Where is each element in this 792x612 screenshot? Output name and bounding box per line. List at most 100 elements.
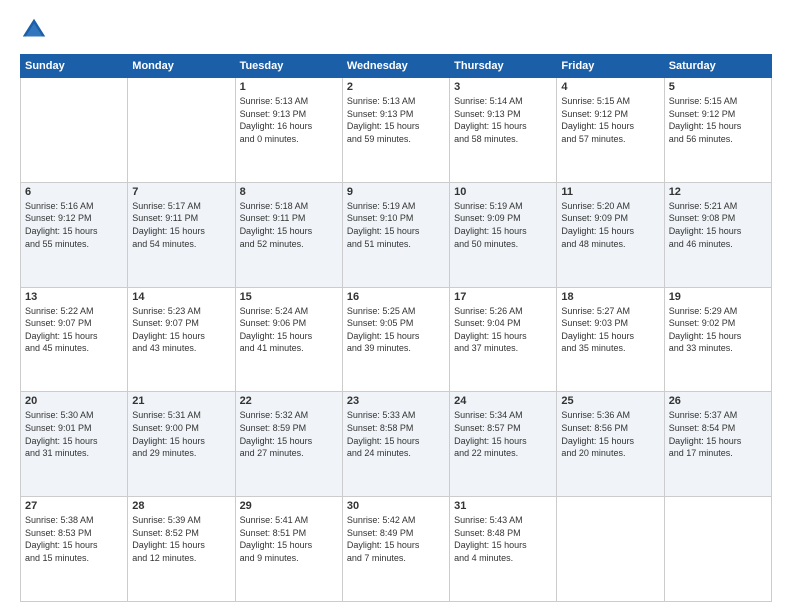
day-number: 7 xyxy=(132,186,230,198)
calendar-cell: 10 Sunrise: 5:19 AM Sunset: 9:09 PM Dayli… xyxy=(450,182,557,287)
calendar-cell: 28Sunrise: 5:39 AM Sunset: 8:52 PM Dayli… xyxy=(128,497,235,602)
calendar-cell: 16Sunrise: 5:25 AM Sunset: 9:05 PM Dayli… xyxy=(342,287,449,392)
calendar-cell: 25 Sunrise: 5:36 AM Sunset: 8:56 PM Dayli… xyxy=(557,392,664,497)
cell-content: Sunrise: 5:33 AM Sunset: 8:58 PM Dayligh… xyxy=(347,409,445,459)
cell-content: Sunrise: 5:41 AM Sunset: 8:51 PM Dayligh… xyxy=(240,514,338,564)
cell-content: Sunrise: 5:25 AM Sunset: 9:05 PM Dayligh… xyxy=(347,305,445,355)
logo-icon xyxy=(20,16,48,44)
cell-content: Sunrise: 5:29 AM Sunset: 9:02 PM Dayligh… xyxy=(669,305,767,355)
cell-content: Sunrise: 5:34 AM Sunset: 8:57 PM Dayligh… xyxy=(454,409,552,459)
day-number: 5 xyxy=(669,81,767,93)
day-number: 10 xyxy=(454,186,552,198)
day-number: 1 xyxy=(240,81,338,93)
cell-content: Sunrise: 5:24 AM Sunset: 9:06 PM Dayligh… xyxy=(240,305,338,355)
day-header-friday: Friday xyxy=(557,55,664,78)
calendar-cell: 4 Sunrise: 5:15 AM Sunset: 9:12 PM Daylig… xyxy=(557,78,664,183)
cell-content: Sunrise: 5:26 AM Sunset: 9:04 PM Dayligh… xyxy=(454,305,552,355)
day-number: 15 xyxy=(240,291,338,303)
day-number: 4 xyxy=(561,81,659,93)
logo xyxy=(20,16,50,44)
calendar-cell: 30 Sunrise: 5:42 AM Sunset: 8:49 PM Dayli… xyxy=(342,497,449,602)
day-number: 2 xyxy=(347,81,445,93)
day-number: 22 xyxy=(240,395,338,407)
cell-content: Sunrise: 5:13 AM Sunset: 9:13 PM Dayligh… xyxy=(347,95,445,145)
cell-content: Sunrise: 5:27 AM Sunset: 9:03 PM Dayligh… xyxy=(561,305,659,355)
calendar-cell: 31 Sunrise: 5:43 AM Sunset: 8:48 PM Dayli… xyxy=(450,497,557,602)
week-row-2: 6 Sunrise: 5:16 AM Sunset: 9:12 PM Daylig… xyxy=(21,182,772,287)
cell-content: Sunrise: 5:37 AM Sunset: 8:54 PM Dayligh… xyxy=(669,409,767,459)
calendar-cell: 8 Sunrise: 5:18 AM Sunset: 9:11 PM Daylig… xyxy=(235,182,342,287)
cell-content: Sunrise: 5:19 AM Sunset: 9:10 PM Dayligh… xyxy=(347,200,445,250)
day-number: 13 xyxy=(25,291,123,303)
cell-content: Sunrise: 5:15 AM Sunset: 9:12 PM Dayligh… xyxy=(561,95,659,145)
day-header-saturday: Saturday xyxy=(664,55,771,78)
cell-content: Sunrise: 5:36 AM Sunset: 8:56 PM Dayligh… xyxy=(561,409,659,459)
calendar-cell: 7 Sunrise: 5:17 AM Sunset: 9:11 PM Daylig… xyxy=(128,182,235,287)
cell-content: Sunrise: 5:15 AM Sunset: 9:12 PM Dayligh… xyxy=(669,95,767,145)
day-number: 27 xyxy=(25,500,123,512)
page: SundayMondayTuesdayWednesdayThursdayFrid… xyxy=(0,0,792,612)
day-header-tuesday: Tuesday xyxy=(235,55,342,78)
calendar-table: SundayMondayTuesdayWednesdayThursdayFrid… xyxy=(20,54,772,602)
cell-content: Sunrise: 5:18 AM Sunset: 9:11 PM Dayligh… xyxy=(240,200,338,250)
cell-content: Sunrise: 5:42 AM Sunset: 8:49 PM Dayligh… xyxy=(347,514,445,564)
calendar-cell: 23 Sunrise: 5:33 AM Sunset: 8:58 PM Dayli… xyxy=(342,392,449,497)
cell-content: Sunrise: 5:31 AM Sunset: 9:00 PM Dayligh… xyxy=(132,409,230,459)
calendar-cell: 3Sunrise: 5:14 AM Sunset: 9:13 PM Daylig… xyxy=(450,78,557,183)
day-number: 9 xyxy=(347,186,445,198)
calendar-cell: 27Sunrise: 5:38 AM Sunset: 8:53 PM Dayli… xyxy=(21,497,128,602)
calendar-cell: 20Sunrise: 5:30 AM Sunset: 9:01 PM Dayli… xyxy=(21,392,128,497)
calendar-cell: 21Sunrise: 5:31 AM Sunset: 9:00 PM Dayli… xyxy=(128,392,235,497)
calendar-cell: 13 Sunrise: 5:22 AM Sunset: 9:07 PM Dayli… xyxy=(21,287,128,392)
day-number: 31 xyxy=(454,500,552,512)
calendar-cell: 11 Sunrise: 5:20 AM Sunset: 9:09 PM Dayli… xyxy=(557,182,664,287)
cell-content: Sunrise: 5:43 AM Sunset: 8:48 PM Dayligh… xyxy=(454,514,552,564)
calendar-cell: 9 Sunrise: 5:19 AM Sunset: 9:10 PM Daylig… xyxy=(342,182,449,287)
day-number: 11 xyxy=(561,186,659,198)
calendar-cell xyxy=(557,497,664,602)
calendar-cell xyxy=(21,78,128,183)
day-number: 12 xyxy=(669,186,767,198)
calendar-cell: 29 Sunrise: 5:41 AM Sunset: 8:51 PM Dayli… xyxy=(235,497,342,602)
cell-content: Sunrise: 5:22 AM Sunset: 9:07 PM Dayligh… xyxy=(25,305,123,355)
day-number: 26 xyxy=(669,395,767,407)
calendar-cell: 6 Sunrise: 5:16 AM Sunset: 9:12 PM Daylig… xyxy=(21,182,128,287)
calendar-cell: 14 Sunrise: 5:23 AM Sunset: 9:07 PM Dayli… xyxy=(128,287,235,392)
calendar-cell: 12 Sunrise: 5:21 AM Sunset: 9:08 PM Dayli… xyxy=(664,182,771,287)
day-number: 24 xyxy=(454,395,552,407)
day-number: 3 xyxy=(454,81,552,93)
day-header-sunday: Sunday xyxy=(21,55,128,78)
calendar-cell xyxy=(128,78,235,183)
calendar-cell: 5 Sunrise: 5:15 AM Sunset: 9:12 PM Daylig… xyxy=(664,78,771,183)
day-number: 29 xyxy=(240,500,338,512)
day-header-thursday: Thursday xyxy=(450,55,557,78)
calendar-cell: 18 Sunrise: 5:27 AM Sunset: 9:03 PM Dayli… xyxy=(557,287,664,392)
calendar-cell xyxy=(664,497,771,602)
cell-content: Sunrise: 5:21 AM Sunset: 9:08 PM Dayligh… xyxy=(669,200,767,250)
calendar-cell: 19 Sunrise: 5:29 AM Sunset: 9:02 PM Dayli… xyxy=(664,287,771,392)
day-number: 14 xyxy=(132,291,230,303)
calendar-cell: 26 Sunrise: 5:37 AM Sunset: 8:54 PM Dayli… xyxy=(664,392,771,497)
day-number: 8 xyxy=(240,186,338,198)
day-number: 19 xyxy=(669,291,767,303)
day-number: 6 xyxy=(25,186,123,198)
day-number: 30 xyxy=(347,500,445,512)
cell-content: Sunrise: 5:13 AM Sunset: 9:13 PM Dayligh… xyxy=(240,95,338,145)
day-number: 17 xyxy=(454,291,552,303)
cell-content: Sunrise: 5:30 AM Sunset: 9:01 PM Dayligh… xyxy=(25,409,123,459)
week-row-3: 13 Sunrise: 5:22 AM Sunset: 9:07 PM Dayli… xyxy=(21,287,772,392)
cell-content: Sunrise: 5:20 AM Sunset: 9:09 PM Dayligh… xyxy=(561,200,659,250)
calendar-cell: 24 Sunrise: 5:34 AM Sunset: 8:57 PM Dayli… xyxy=(450,392,557,497)
day-header-monday: Monday xyxy=(128,55,235,78)
cell-content: Sunrise: 5:17 AM Sunset: 9:11 PM Dayligh… xyxy=(132,200,230,250)
cell-content: Sunrise: 5:19 AM Sunset: 9:09 PM Dayligh… xyxy=(454,200,552,250)
cell-content: Sunrise: 5:32 AM Sunset: 8:59 PM Dayligh… xyxy=(240,409,338,459)
cell-content: Sunrise: 5:23 AM Sunset: 9:07 PM Dayligh… xyxy=(132,305,230,355)
day-number: 25 xyxy=(561,395,659,407)
day-header-row: SundayMondayTuesdayWednesdayThursdayFrid… xyxy=(21,55,772,78)
calendar-cell: 22 Sunrise: 5:32 AM Sunset: 8:59 PM Dayli… xyxy=(235,392,342,497)
day-number: 23 xyxy=(347,395,445,407)
cell-content: Sunrise: 5:16 AM Sunset: 9:12 PM Dayligh… xyxy=(25,200,123,250)
day-number: 18 xyxy=(561,291,659,303)
header xyxy=(20,16,772,44)
